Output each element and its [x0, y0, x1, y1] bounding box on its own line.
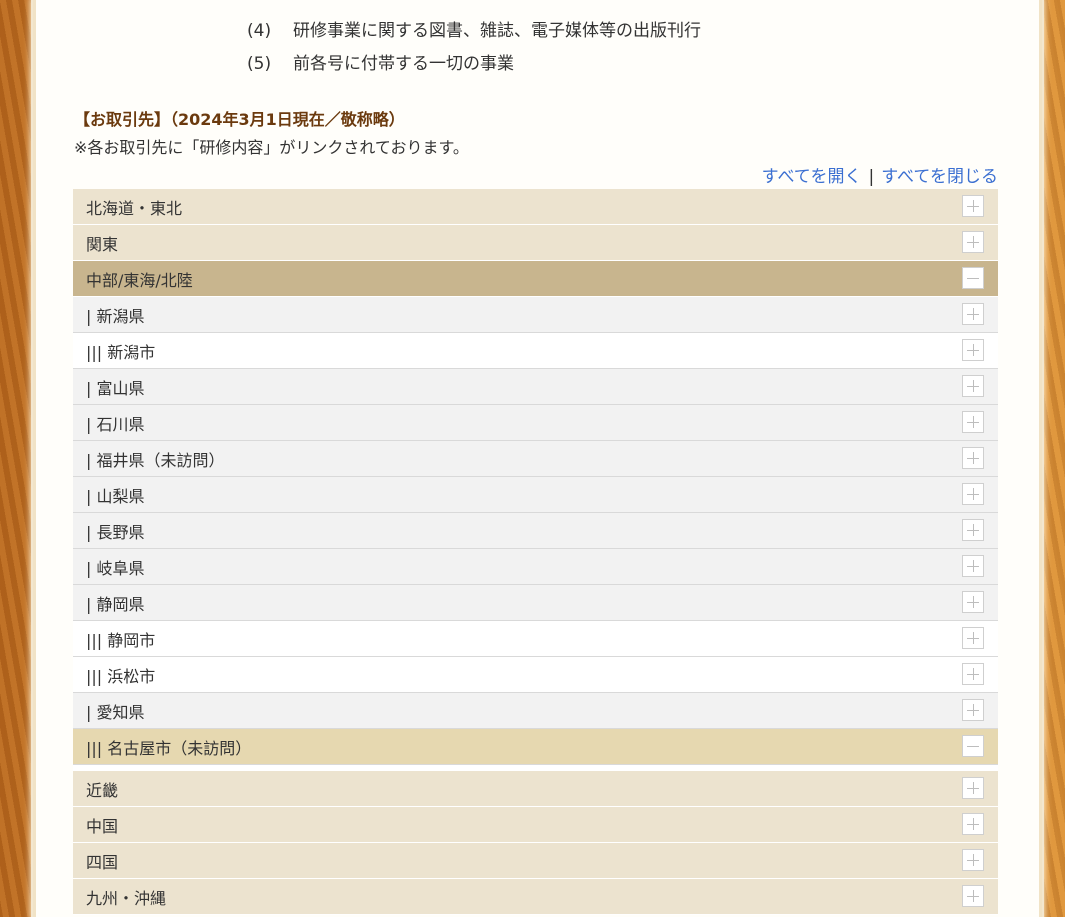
row-label: | 静岡県	[86, 594, 145, 614]
row-label: 中部/東海/北陸	[86, 270, 193, 290]
region-row[interactable]: 四国	[73, 843, 998, 879]
plus-icon[interactable]	[962, 591, 984, 613]
plus-icon[interactable]	[962, 849, 984, 871]
plus-icon[interactable]	[962, 699, 984, 721]
prefecture-row[interactable]: | 新潟県	[73, 297, 998, 333]
row-label: | 岐阜県	[86, 558, 145, 578]
prefecture-row[interactable]: | 山梨県	[73, 477, 998, 513]
plus-icon[interactable]	[962, 483, 984, 505]
city-row[interactable]: ||| 名古屋市（未訪問）	[73, 729, 998, 765]
section-title: 【お取引先】（2024年3月1日現在／敬称略）	[74, 110, 405, 129]
list-item-number: (5)	[247, 54, 272, 74]
region-row[interactable]: 北海道・東北	[73, 189, 998, 225]
plus-icon[interactable]	[962, 411, 984, 433]
plus-icon[interactable]	[962, 231, 984, 253]
region-row[interactable]: 近畿	[73, 771, 998, 807]
plus-icon[interactable]	[962, 627, 984, 649]
accordion-controls: すべてを開く | すべてを閉じる	[762, 162, 998, 187]
partner-accordion: 北海道・東北 関東中部/東海/北陸 | 新潟県 ||| 新潟市 | 富山県 | 石川県 | …	[73, 189, 998, 915]
row-label: ||| 新潟市	[86, 342, 156, 362]
close-all-link[interactable]: すべてを閉じる	[881, 167, 998, 187]
plus-icon[interactable]	[962, 375, 984, 397]
row-label: ||| 静岡市	[86, 630, 156, 650]
row-label: 近畿	[86, 780, 119, 800]
row-label: 九州・沖縄	[86, 888, 167, 908]
row-label: | 富山県	[86, 378, 145, 398]
plus-icon[interactable]	[962, 339, 984, 361]
region-row[interactable]: 中国	[73, 807, 998, 843]
region-row[interactable]: 関東	[73, 225, 998, 261]
plus-icon[interactable]	[962, 813, 984, 835]
note-text: ※各お取引先に「研修内容」がリンクされております。	[74, 138, 469, 157]
row-label: ||| 名古屋市（未訪問）	[86, 738, 252, 758]
list-item-number: (4)	[247, 21, 272, 41]
business-list-item-4: (4) 研修事業に関する図書、雑誌、電子媒体等の出版刊行	[247, 16, 701, 41]
prefecture-row[interactable]: | 愛知県	[73, 693, 998, 729]
plus-icon[interactable]	[962, 519, 984, 541]
plus-icon[interactable]	[962, 555, 984, 577]
plus-icon[interactable]	[962, 663, 984, 685]
open-all-link[interactable]: すべてを開く	[762, 167, 862, 187]
controls-separator: |	[868, 167, 875, 187]
list-item-text: 研修事業に関する図書、雑誌、電子媒体等の出版刊行	[293, 21, 701, 41]
row-label: | 福井県（未訪問）	[86, 450, 225, 470]
business-list-item-5: (5) 前各号に付帯する一切の事業	[247, 49, 514, 74]
plus-icon[interactable]	[962, 195, 984, 217]
prefecture-row[interactable]: | 富山県	[73, 369, 998, 405]
region-row[interactable]: 九州・沖縄	[73, 879, 998, 915]
city-row[interactable]: ||| 浜松市	[73, 657, 998, 693]
prefecture-row[interactable]: | 長野県	[73, 513, 998, 549]
prefecture-row[interactable]: | 福井県（未訪問）	[73, 441, 998, 477]
prefecture-row[interactable]: | 岐阜県	[73, 549, 998, 585]
prefecture-row[interactable]: | 静岡県	[73, 585, 998, 621]
plus-icon[interactable]	[962, 777, 984, 799]
city-row[interactable]: ||| 新潟市	[73, 333, 998, 369]
minus-icon[interactable]	[962, 267, 984, 289]
city-row[interactable]: ||| 静岡市	[73, 621, 998, 657]
region-row[interactable]: 中部/東海/北陸	[73, 261, 998, 297]
row-label: 北海道・東北	[86, 198, 183, 218]
row-label: ||| 浜松市	[86, 666, 156, 686]
row-label: | 新潟県	[86, 306, 145, 326]
prefecture-row[interactable]: | 石川県	[73, 405, 998, 441]
row-label: 関東	[86, 234, 119, 254]
row-label: 中国	[86, 816, 119, 836]
row-label: 四国	[86, 852, 119, 872]
plus-icon[interactable]	[962, 885, 984, 907]
plus-icon[interactable]	[962, 447, 984, 469]
plus-icon[interactable]	[962, 303, 984, 325]
row-label: | 長野県	[86, 522, 145, 542]
row-label: | 愛知県	[86, 702, 145, 722]
row-label: | 石川県	[86, 414, 145, 434]
list-item-text: 前各号に付帯する一切の事業	[293, 54, 514, 74]
minus-icon[interactable]	[962, 735, 984, 757]
row-label: | 山梨県	[86, 486, 145, 506]
